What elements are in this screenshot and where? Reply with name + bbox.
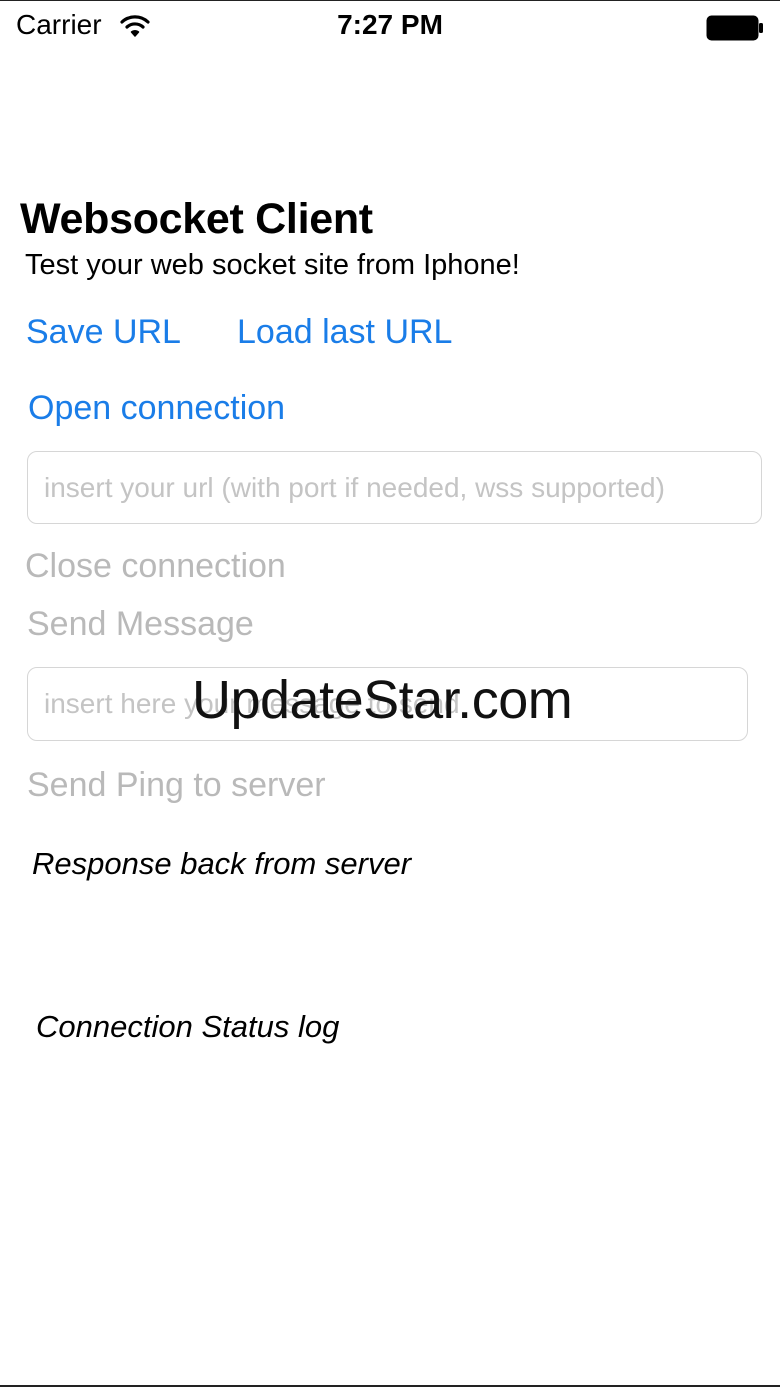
url-input[interactable] [27, 451, 762, 524]
status-bar: Carrier 7:27 PM [0, 1, 780, 55]
response-label: Response back from server [32, 846, 412, 881]
message-input[interactable] [27, 667, 748, 741]
app-screen: Carrier 7:27 PM Websocket Client Test yo… [0, 0, 780, 1387]
status-time: 7:27 PM [337, 9, 443, 40]
save-url-button[interactable]: Save URL [26, 313, 181, 352]
status-log-label: Connection Status log [36, 1009, 340, 1044]
app-title: Websocket Client [20, 195, 373, 243]
load-last-url-button[interactable]: Load last URL [237, 313, 452, 352]
close-connection-button[interactable]: Close connection [25, 547, 286, 586]
send-ping-button[interactable]: Send Ping to server [27, 766, 326, 805]
send-message-button[interactable]: Send Message [27, 605, 254, 644]
battery-icon [706, 15, 766, 41]
app-subtitle: Test your web socket site from Iphone! [25, 249, 520, 281]
open-connection-button[interactable]: Open connection [28, 389, 285, 428]
